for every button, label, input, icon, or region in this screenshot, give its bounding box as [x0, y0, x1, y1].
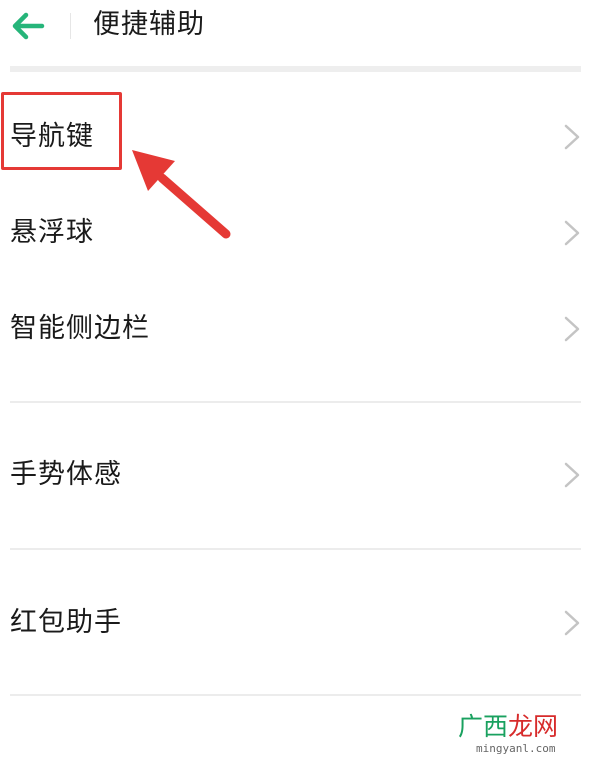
back-button[interactable]	[8, 6, 48, 46]
header-divider	[10, 66, 581, 72]
menu-item-floating-ball[interactable]: 悬浮球	[0, 188, 591, 278]
header-separator	[70, 13, 71, 39]
chevron-right-icon	[564, 220, 580, 246]
menu-item-label: 红包助手	[10, 607, 122, 638]
arrow-left-icon	[12, 12, 45, 40]
watermark-logo: 广西龙网	[458, 712, 559, 741]
highlight-box	[1, 92, 122, 170]
menu-item-label: 手势体感	[10, 459, 122, 490]
watermark: 广西龙网 mingyanl.com	[458, 712, 586, 758]
menu-item-smart-sidebar[interactable]: 智能侧边栏	[0, 284, 591, 374]
section-divider	[10, 694, 581, 696]
section-divider	[10, 401, 581, 403]
section-divider	[10, 548, 581, 550]
app-header: 便捷辅助	[0, 0, 591, 62]
chevron-right-icon	[564, 316, 580, 342]
menu-item-gestures-motion[interactable]: 手势体感	[0, 430, 591, 520]
chevron-right-icon	[564, 610, 580, 636]
chevron-right-icon	[564, 462, 580, 488]
watermark-url: mingyanl.com	[476, 742, 556, 755]
page-title: 便捷辅助	[93, 9, 205, 40]
chevron-right-icon	[564, 124, 580, 150]
menu-item-red-packet-assistant[interactable]: 红包助手	[0, 578, 591, 668]
menu-item-label: 智能侧边栏	[10, 313, 150, 344]
menu-item-label: 悬浮球	[10, 217, 94, 248]
